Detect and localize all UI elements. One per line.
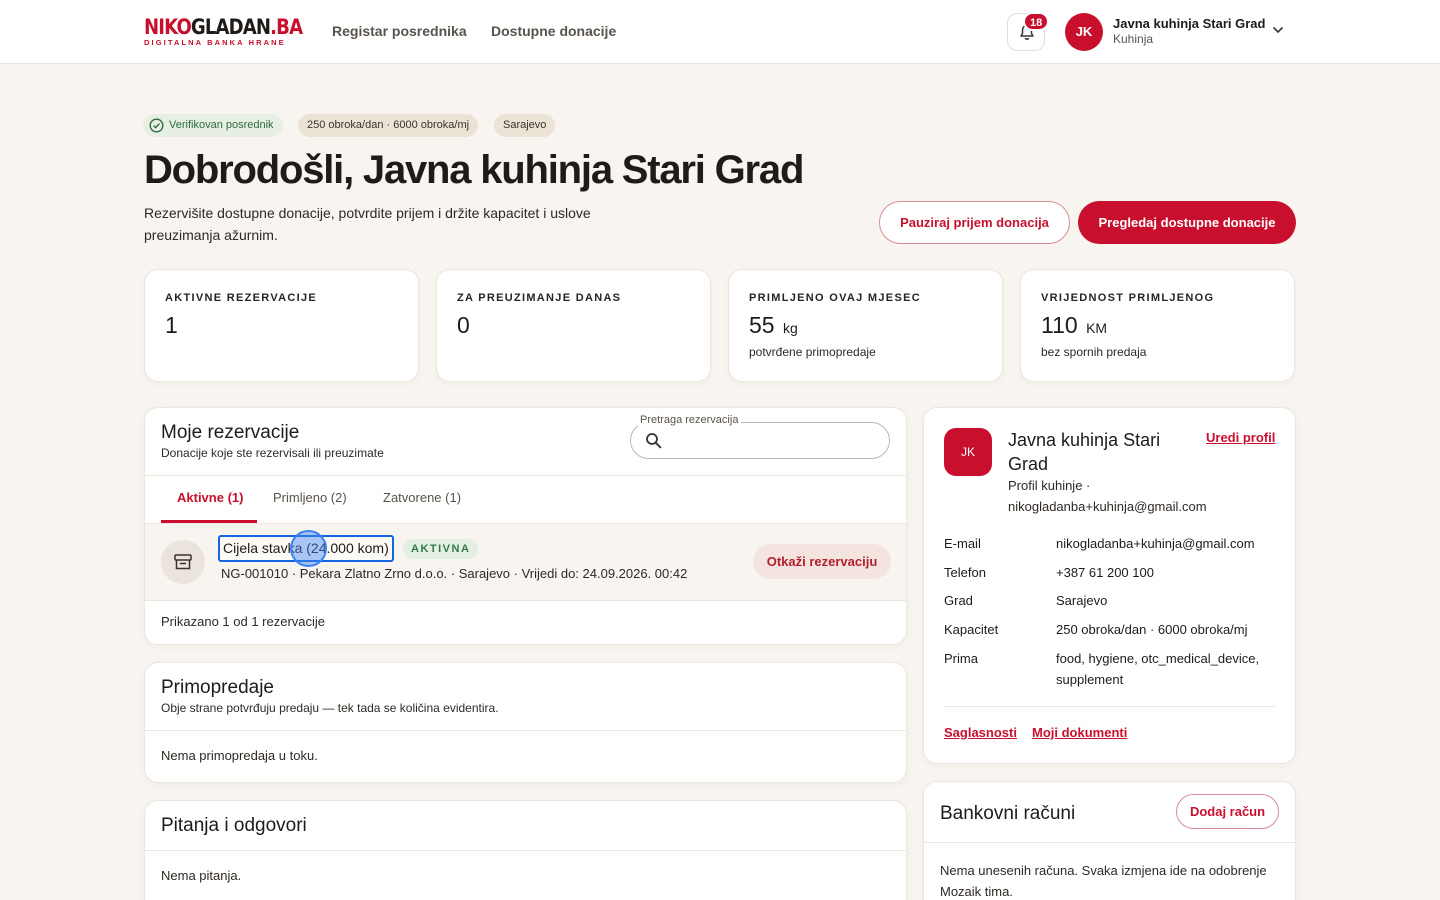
- cancel-reservation-button[interactable]: Otkaži rezervaciju: [753, 544, 891, 579]
- click-indicator: [290, 530, 327, 567]
- stat-label: AKTIVNE REZERVACIJE: [165, 292, 318, 304]
- accepts-label: Prima: [944, 651, 978, 666]
- pause-donations-button[interactable]: Pauziraj prijem donacija: [879, 201, 1070, 244]
- search-icon: [646, 433, 662, 449]
- phone-value: +387 61 200 100: [1056, 565, 1154, 580]
- reservations-card: Moje rezervacije Donacije koje ste rezer…: [144, 407, 907, 645]
- stat-value: 55 kg: [749, 312, 798, 338]
- user-name[interactable]: Javna kuhinja Stari Grad: [1113, 16, 1265, 31]
- phone-label: Telefon: [944, 565, 986, 580]
- verified-badge: Verifikovan posrednik: [143, 114, 283, 137]
- consents-link[interactable]: Saglasnosti: [944, 725, 1017, 740]
- stat-card-received-value: VRIJEDNOST PRIMLJENOG 110 KM bez spornih…: [1020, 269, 1295, 382]
- archive-box-icon: [161, 540, 205, 584]
- reservation-meta: NG-001010 · Pekara Zlatno Zrno d.o.o. · …: [221, 566, 688, 581]
- user-avatar[interactable]: JK: [1065, 13, 1103, 51]
- handovers-subtitle: Obje strane potvrđuju predaju — tek tada…: [161, 701, 499, 715]
- stat-value: 1: [165, 312, 178, 338]
- qa-title: Pitanja i odgovori: [161, 815, 307, 836]
- accepts-value: food, hygiene, otc_medical_device, suppl…: [1056, 651, 1260, 687]
- top-navbar: NIKOGLADAN.BA DIGITALNA BANKA HRANE Regi…: [0, 0, 1440, 64]
- user-role: Kuhinja: [1113, 32, 1154, 46]
- page-subtitle: Rezervišite dostupne donacije, potvrdite…: [144, 205, 591, 243]
- reservations-subtitle: Donacije koje ste rezervisali ili preuzi…: [161, 446, 384, 460]
- reservations-count: Prikazano 1 od 1 rezervacije: [161, 614, 326, 629]
- profile-name: Javna kuhinja Stari Grad: [1008, 430, 1161, 474]
- bank-accounts-title: Bankovni računi: [940, 803, 1076, 824]
- edit-profile-link[interactable]: Uredi profil: [1206, 430, 1275, 445]
- check-circle-icon: [149, 118, 164, 133]
- city-badge: Sarajevo: [494, 114, 556, 137]
- stat-value: 110 KM: [1041, 312, 1108, 338]
- email-label: E-mail: [944, 536, 981, 551]
- notification-count-badge: 18: [1023, 12, 1050, 31]
- tab-received[interactable]: Primljeno (2): [273, 490, 347, 505]
- handovers-title: Primopredaje: [161, 677, 274, 698]
- tab-active[interactable]: Aktivne (1): [177, 490, 243, 505]
- stat-card-pickup-today: ZA PREUZIMANJE DANAS 0: [436, 269, 711, 382]
- city-value: Sarajevo: [1056, 593, 1108, 608]
- stat-note: bez spornih predaja: [1041, 345, 1147, 359]
- profile-avatar: JK: [944, 428, 992, 476]
- reservations-title: Moje rezervacije: [161, 422, 300, 443]
- tab-closed[interactable]: Zatvorene (1): [383, 490, 461, 505]
- capacity-label: Kapacitet: [944, 622, 999, 637]
- search-label: Pretraga rezervacija: [637, 414, 742, 426]
- divider: [944, 706, 1275, 707]
- capacity-value: 250 obroka/dan · 6000 obroka/mj: [1056, 622, 1248, 637]
- stat-label: ZA PREUZIMANJE DANAS: [457, 292, 622, 304]
- profile-meta: Profil kuhinje · nikogladanba+kuhinja@gm…: [1008, 478, 1207, 514]
- bank-accounts-card: Bankovni računi Dodaj račun Nema uneseni…: [923, 781, 1296, 900]
- city-label: Grad: [944, 593, 973, 608]
- logo[interactable]: NIKOGLADAN.BA DIGITALNA BANKA HRANE: [144, 15, 303, 47]
- divider: [145, 850, 906, 851]
- stat-label: VRIJEDNOST PRIMLJENOG: [1041, 292, 1215, 304]
- my-documents-link[interactable]: Moji dokumenti: [1032, 725, 1127, 740]
- browse-donations-button[interactable]: Pregledaj dostupne donacije: [1078, 201, 1296, 244]
- nav-link-donacije[interactable]: Dostupne donacije: [491, 23, 616, 39]
- divider: [145, 475, 906, 476]
- divider: [145, 730, 906, 731]
- email-value: nikogladanba+kuhinja@gmail.com: [1056, 536, 1255, 551]
- divider: [924, 842, 1295, 843]
- qa-card: Pitanja i odgovori Nema pitanja.: [144, 800, 907, 900]
- page-title: Dobrodošli, Javna kuhinja Stari Grad: [144, 148, 804, 192]
- bank-accounts-empty: Nema unesenih računa. Svaka izmjena ide …: [940, 863, 1267, 899]
- reservation-search-input[interactable]: [630, 422, 890, 459]
- logo-tagline: DIGITALNA BANKA HRANE: [144, 38, 286, 47]
- status-badge: AKTIVNA: [403, 539, 479, 559]
- qa-empty: Nema pitanja.: [161, 868, 242, 883]
- verified-badge-label: Verifikovan posrednik: [169, 119, 274, 131]
- stat-value: 0: [457, 312, 470, 338]
- nav-link-registar[interactable]: Registar posrednika: [332, 23, 467, 39]
- logo-wordmark: NIKOGLADAN.BA: [144, 15, 303, 39]
- capacity-badge: 250 obroka/dan · 6000 obroka/mj: [298, 114, 479, 137]
- stat-card-received-month: PRIMLJENO OVAJ MJESEC 55 kg potvrđene pr…: [728, 269, 1003, 382]
- divider: [145, 600, 906, 601]
- stat-card-active: AKTIVNE REZERVACIJE 1: [144, 269, 419, 382]
- stat-label: PRIMLJENO OVAJ MJESEC: [749, 292, 921, 304]
- reservation-row[interactable]: Cijela stavka (24.000 kom) AKTIVNA NG-00…: [145, 524, 906, 600]
- stat-unit: KM: [1086, 320, 1108, 336]
- profile-card: JK Javna kuhinja Stari Grad Uredi profil…: [923, 407, 1296, 764]
- add-account-button[interactable]: Dodaj račun: [1176, 794, 1279, 829]
- stat-note: potvrđene primopredaje: [749, 345, 876, 359]
- chevron-down-icon[interactable]: [1272, 26, 1284, 34]
- handovers-empty: Nema primopredaja u toku.: [161, 748, 318, 763]
- handovers-card: Primopredaje Obje strane potvrđuju preda…: [144, 662, 907, 783]
- stat-unit: kg: [782, 320, 798, 336]
